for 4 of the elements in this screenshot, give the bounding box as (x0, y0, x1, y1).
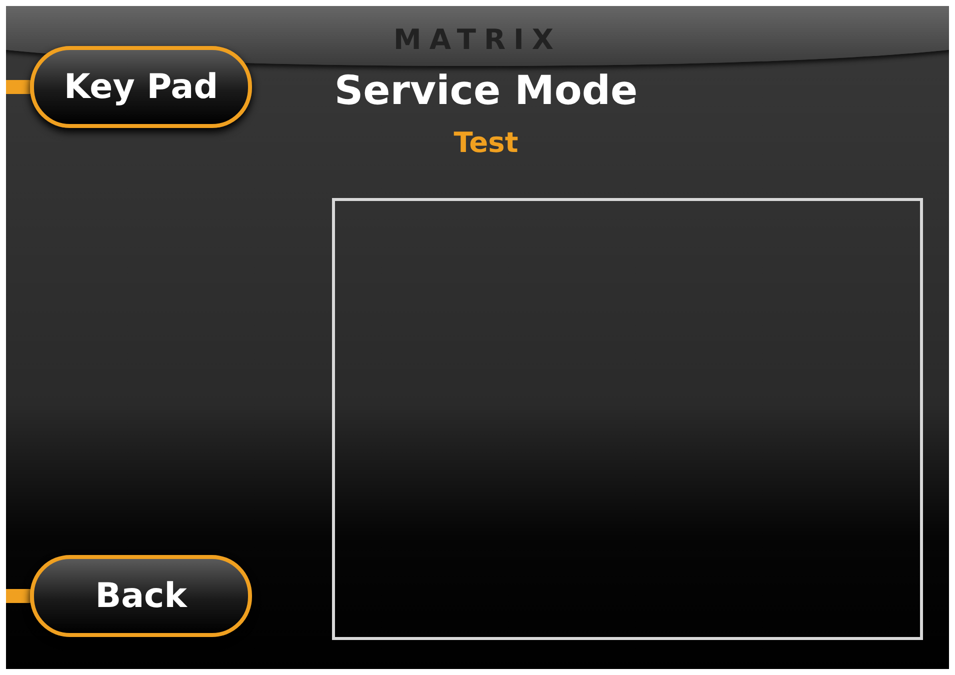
page-subtitle: Test (454, 125, 518, 161)
side-button[interactable]: Key Pad (30, 46, 252, 128)
page-title: Service Mode (334, 67, 638, 116)
side-button[interactable]: Back (30, 555, 252, 637)
